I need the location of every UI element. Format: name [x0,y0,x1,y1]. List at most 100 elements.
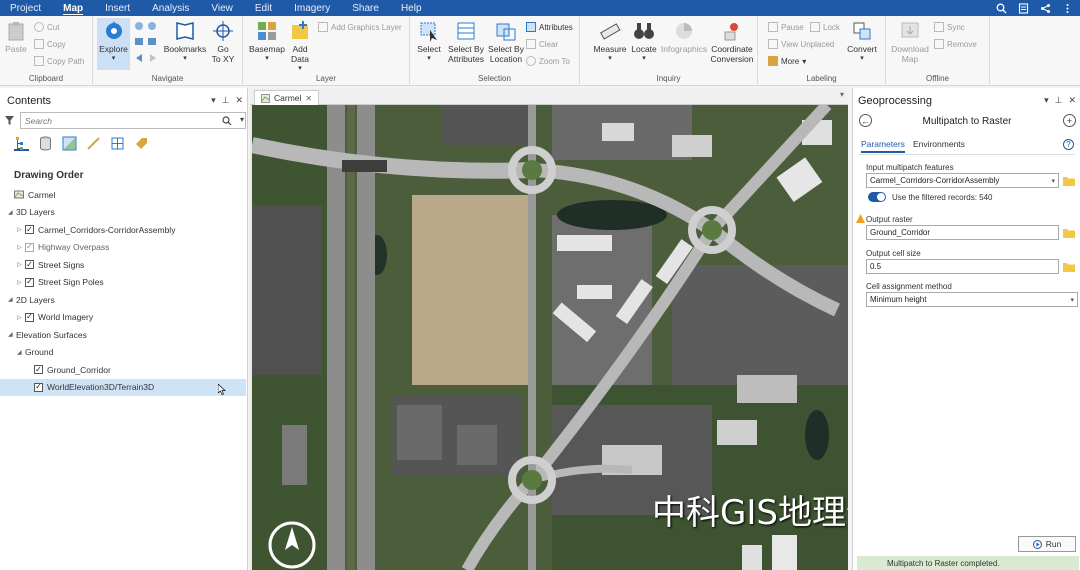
layer-checkbox[interactable]: ✓ [25,225,34,235]
expand-icon[interactable]: ▷ [17,279,25,286]
close-tab-icon[interactable]: ✕ [305,94,312,103]
infographics-button[interactable]: Infographics [660,20,708,54]
help-icon[interactable]: ? [1063,139,1074,150]
expand-icon[interactable]: ◢ [17,349,25,356]
close-icon[interactable]: ✕ [235,95,243,106]
paste-button[interactable]: Paste [4,20,28,54]
tree-item[interactable]: ▷ ✓ Highway Overpass [0,239,246,257]
layer-checkbox[interactable]: ✓ [25,260,34,270]
tab-parameters[interactable]: Parameters [861,139,905,153]
expand-icon[interactable]: ◢ [8,331,16,338]
tab-environments[interactable]: Environments [913,139,965,153]
notifications-icon[interactable] [1016,1,1030,15]
copy-button[interactable]: Copy [34,39,66,49]
expand-icon[interactable]: ▷ [17,244,25,251]
pane-menu-icon[interactable]: ▾ [1044,95,1049,106]
editing-icon[interactable] [86,136,101,151]
map-canvas[interactable]: 中科GIS地理信息培训 [252,105,848,570]
pin-icon[interactable]: ⊥ [222,95,230,106]
tab-insert[interactable]: Insert [105,3,130,14]
locate-button[interactable]: Locate ▾ [628,20,660,64]
run-button[interactable]: Run [1018,536,1076,552]
add-graphics-layer-button[interactable]: Add Graphics Layer [318,22,402,32]
drawing-order-icon[interactable] [14,136,29,151]
copy-path-button[interactable]: Copy Path [34,56,84,66]
tree-item[interactable]: ✓ WorldElevation3D/Terrain3D [0,378,246,396]
search-icon[interactable] [994,1,1008,15]
expand-icon[interactable]: ▷ [17,261,25,268]
tree-item[interactable]: ▷ ✓ Street Signs [0,256,246,274]
pause-labels-button[interactable]: Pause [768,22,804,32]
tree-item[interactable]: ◢ Ground [0,344,246,362]
layer-checkbox[interactable]: ✓ [34,365,43,375]
tree-item[interactable]: ✓ Ground_Corridor [0,361,246,379]
cut-button[interactable]: Cut [34,22,59,32]
tree-item[interactable]: ◢ 2D Layers [0,291,246,309]
tree-item[interactable]: ▷ ✓ Street Sign Poles [0,274,246,292]
layer-checkbox[interactable]: ✓ [25,312,34,322]
close-icon[interactable]: ✕ [1068,95,1076,106]
tab-edit[interactable]: Edit [255,3,272,14]
contents-search-input[interactable]: Search [20,112,246,129]
tab-analysis[interactable]: Analysis [152,3,189,14]
download-map-button[interactable]: Download Map [890,20,930,64]
input-features-field[interactable]: Carmel_Corridors-CorridorAssembly ▾ [866,173,1059,188]
layer-checkbox[interactable]: ✓ [34,382,43,392]
tab-imagery[interactable]: Imagery [294,3,330,14]
tab-project[interactable]: Project [10,3,41,14]
tree-item[interactable]: Carmel [0,186,246,204]
expand-icon[interactable]: ▷ [17,226,25,233]
labeling-icon[interactable] [134,136,149,151]
chevron-down-icon[interactable]: ▾ [240,115,244,124]
filtered-records-toggle[interactable] [868,192,886,202]
add-data-button[interactable]: Add Data ▾ [287,20,313,74]
zoom-tools-icon[interactable] [133,20,159,66]
folder-icon[interactable] [1063,176,1075,186]
pin-icon[interactable]: ⊥ [1055,95,1063,106]
attributes-button[interactable]: Attributes [526,22,573,32]
more-labeling-button[interactable]: More ▾ [768,56,806,66]
chevron-down-icon[interactable]: ▾ [1070,296,1074,304]
expand-icon[interactable]: ▷ [17,314,25,321]
more-options-icon[interactable] [1060,1,1074,15]
cell-method-select[interactable]: Minimum height ▾ [866,292,1078,307]
measure-button[interactable]: Measure ▾ [592,20,628,64]
output-raster-field[interactable]: Ground_Corridor [866,225,1059,240]
layer-checkbox[interactable]: ✓ [25,242,34,252]
expand-icon[interactable]: ◢ [8,209,16,216]
data-source-icon[interactable] [38,136,53,151]
basemap-button[interactable]: Basemap ▾ [247,20,287,64]
remove-button[interactable]: Remove [934,39,977,49]
coordinate-conversion-button[interactable]: Coordinate Conversion [708,20,756,64]
bookmarks-button[interactable]: Bookmarks ▾ [163,20,207,64]
tree-item[interactable]: ▷ ✓ World Imagery [0,309,246,327]
search-icon[interactable] [222,116,232,126]
select-button[interactable]: Select ▾ [414,20,444,64]
tab-view[interactable]: View [211,3,233,14]
lock-labels-button[interactable]: Lock [810,22,840,32]
clear-selection-button[interactable]: Clear [526,39,558,49]
pane-menu-icon[interactable]: ▾ [211,95,216,106]
tree-item[interactable]: ◢ 3D Layers [0,204,246,222]
explore-button[interactable]: Explore ▾ [97,18,130,70]
chevron-down-icon[interactable]: ▾ [840,90,844,99]
share-icon[interactable] [1038,1,1052,15]
selection-list-icon[interactable] [62,136,77,151]
sync-button[interactable]: Sync [934,22,965,32]
folder-icon[interactable] [1063,262,1075,272]
select-by-location-button[interactable]: Select By Location [488,20,524,64]
expand-icon[interactable]: ◢ [8,296,16,303]
tab-map[interactable]: Map [63,3,83,14]
tree-item[interactable]: ▷ ✓ Carmel_Corridors-CorridorAssembly [0,221,246,239]
folder-icon[interactable] [1063,228,1075,238]
filter-icon[interactable] [4,115,15,126]
snapping-icon[interactable] [110,136,125,151]
tab-share[interactable]: Share [352,3,379,14]
map-tab-carmel[interactable]: Carmel ✕ [254,90,320,105]
cell-size-field[interactable]: 0.5 [866,259,1059,274]
tree-item[interactable]: ◢ Elevation Surfaces [0,326,246,344]
chevron-down-icon[interactable]: ▾ [1051,177,1055,185]
zoom-to-selection-button[interactable]: Zoom To [526,56,570,66]
view-unplaced-button[interactable]: View Unplaced [768,39,834,49]
goto-xy-button[interactable]: Go To XY [208,20,238,64]
